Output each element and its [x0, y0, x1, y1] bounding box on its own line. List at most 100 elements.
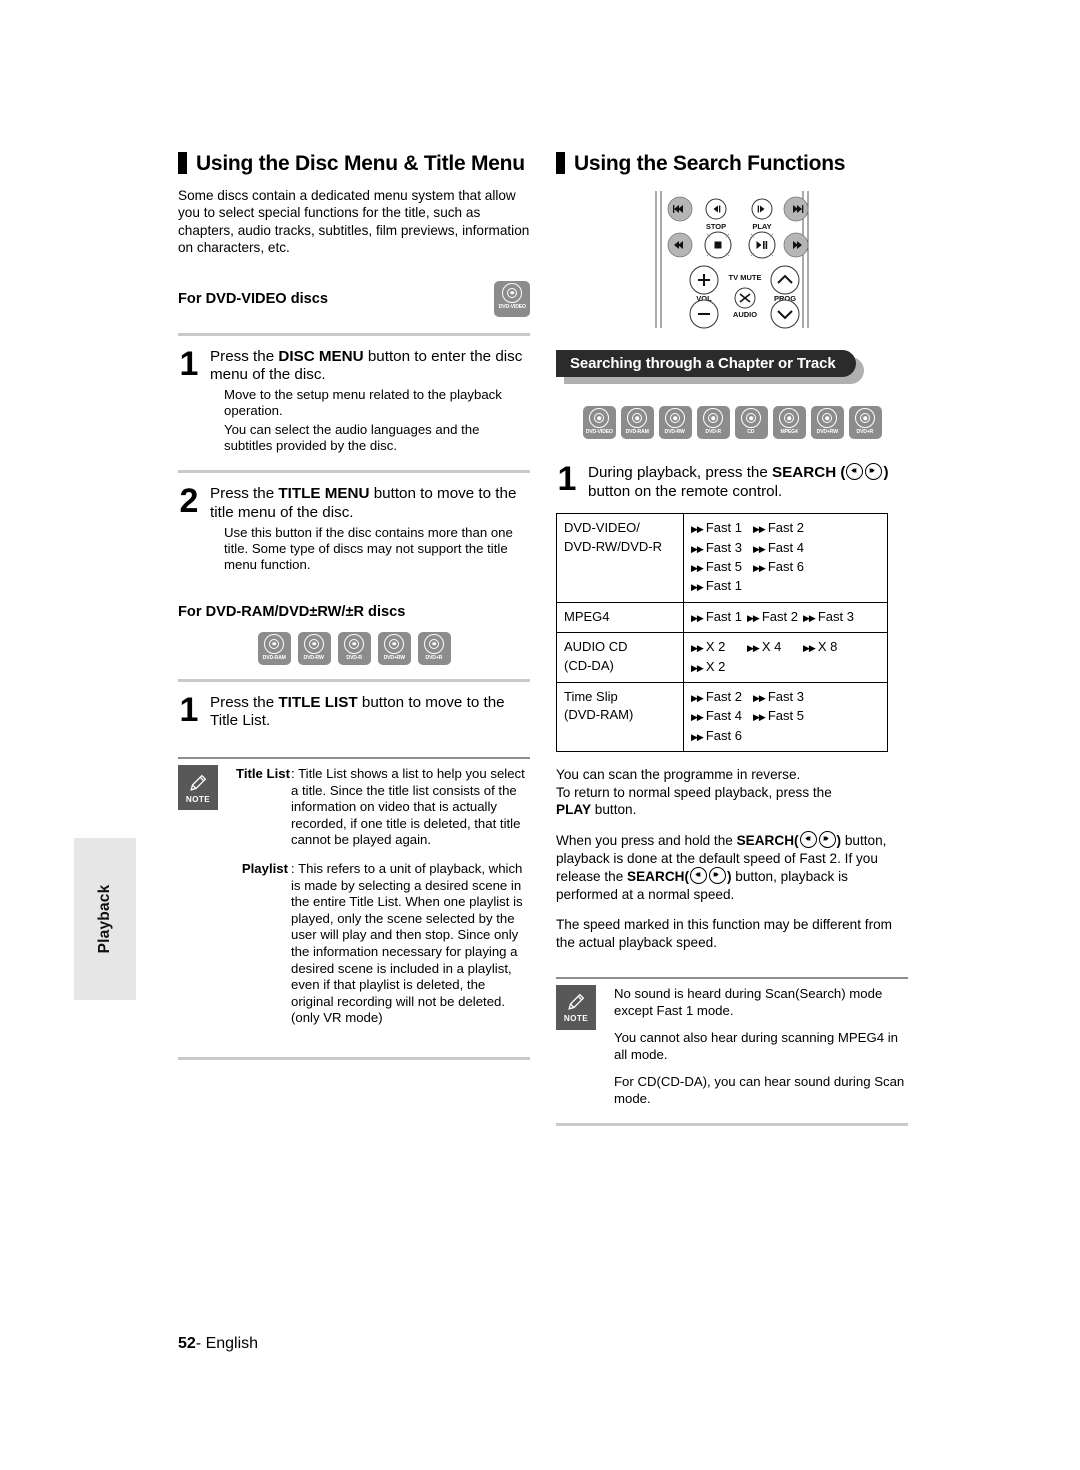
fast-forward-icon: ▶▶	[691, 524, 704, 535]
step-button-name: DISC MENU	[278, 347, 364, 365]
search-button-name: SEARCH	[627, 869, 685, 885]
disc-glyph-icon	[817, 408, 837, 428]
disc-glyph-icon	[741, 408, 761, 428]
note-definition-text: : Title List shows a list to help you se…	[291, 766, 525, 848]
step-sub-text: Move to the setup menu related to the pl…	[224, 386, 502, 419]
subhead-dvd-ram: For DVD-RAM/DVD±RW/±R discs	[178, 603, 406, 620]
note-body: No sound is heard during Scan(Search) mo…	[596, 985, 908, 1108]
table-cell-disc-type: MPEG4	[556, 601, 684, 634]
speed-value: ▶▶ Fast 5	[753, 708, 804, 724]
paragraph-line: When you press and hold the	[556, 833, 737, 849]
speed-value: ▶▶ Fast 6	[753, 559, 804, 574]
disc-icon-label: DVD-R	[705, 429, 721, 435]
step-text-prefix: During playback, press the	[588, 464, 773, 481]
disc-icon-label: DVD-RAM	[625, 429, 649, 435]
paragraph-reverse-scan: You can scan the programme in reverse. T…	[556, 766, 908, 818]
speed-value: ▶▶ Fast 2	[691, 689, 742, 705]
step-title-menu: 2 Press the TITLE MENU button to move to…	[178, 482, 530, 573]
step-body: Press the TITLE LIST button to move to t…	[210, 694, 530, 731]
step-number: 2	[179, 482, 199, 521]
paragraph-line: button.	[591, 802, 637, 818]
step-text-prefix: Press the	[210, 693, 279, 711]
table-cell-line: (CD-DA)	[564, 657, 614, 673]
fast-forward-icon: ▶▶	[691, 712, 704, 723]
heading-bar-icon	[178, 152, 187, 174]
table-cell-line: DVD-RW/DVD-R	[564, 538, 662, 554]
disc-icon-dvd-r: DVD+R	[417, 631, 451, 665]
document-page: Playback Using the Disc Menu & Title Men…	[0, 0, 1080, 1470]
disc-icon-label: CD	[747, 429, 755, 435]
remote-row-skip	[667, 196, 809, 222]
speed-value: ▶▶ Fast 2	[747, 608, 798, 624]
speed-value: ▶▶ Fast 1	[691, 578, 742, 594]
search-forward-icon	[708, 867, 726, 885]
fast-forward-icon: ▶▶	[753, 524, 766, 535]
search-forward-icon	[818, 831, 836, 849]
search-reverse-icon	[846, 463, 864, 480]
search-speed-table: DVD-VIDEO/DVD-RW/DVD-R ▶▶ Fast 1 ▶▶ Fast 2 ▶▶…	[556, 513, 888, 753]
right-column: Using the Search Functions STOP PLAY VOL…	[556, 152, 908, 1138]
step-main-text: Press the TITLE MENU button to move to t…	[210, 485, 530, 522]
table-row: AUDIO CD (CD-DA) ▶▶ X 2 ▶▶ X 4 ▶▶ X 8 ▶▶ X 2	[556, 632, 888, 684]
disc-glyph-icon	[627, 408, 647, 428]
remote-control-svg: STOP PLAY VOL TV MUTE AUDIO PROG	[655, 191, 809, 329]
divider	[556, 1123, 908, 1127]
step-number: 1	[179, 690, 199, 729]
section-banner: Searching through a Chapter or Track	[556, 350, 908, 384]
table-row: DVD-VIDEO/DVD-RW/DVD-R ▶▶ Fast 1 ▶▶ Fast 2 ▶▶…	[556, 513, 888, 603]
speed-value: ▶▶ Fast 6	[691, 727, 742, 743]
note-line: You cannot also hear during scanning MPE…	[614, 1030, 898, 1062]
disc-icon-dvd-ram: DVD-RAM	[257, 631, 291, 665]
table-cell-speeds: ▶▶ X 2 ▶▶ X 4 ▶▶ X 8 ▶▶ X 2	[683, 632, 888, 684]
disc-icon-label: DVD+R	[425, 654, 443, 661]
fast-forward-icon: ▶▶	[691, 662, 704, 673]
remote-label-stop: STOP	[706, 222, 726, 231]
left-column: Using the Disc Menu & Title Menu Some di…	[178, 152, 530, 1072]
divider	[178, 470, 530, 474]
disc-icon-cd: CD	[734, 406, 768, 439]
step-main-text: Press the DISC MENU button to enter the …	[210, 348, 530, 385]
disc-icon-dvd-r: DVD-R	[696, 406, 730, 439]
disc-glyph-icon	[424, 633, 444, 654]
disc-icon-row-left: DVD-RAM DVD-RW DVD-R DVD+RW DVD+R	[178, 631, 530, 665]
disc-icon-row-right: DVD-VIDEO DVD-RAM DVD-RW DVD-R CD MPEG4 DVD+RW…	[556, 406, 908, 439]
side-tab-playback: Playback	[74, 838, 136, 1000]
speed-value: ▶▶ Fast 2	[753, 520, 804, 536]
note-icon: NOTE	[178, 765, 218, 811]
speed-value: ▶▶ Fast 5	[691, 559, 742, 574]
subhead-dvd-video-row: For DVD-VIDEO discs DVD-VIDEO	[178, 280, 530, 317]
speed-value: ▶▶ X 2	[691, 658, 726, 674]
pencil-icon	[568, 994, 585, 1011]
search-forward-icon	[865, 463, 883, 480]
page-number: 52	[178, 1335, 196, 1352]
disc-icon-dvd-r: DVD+R	[848, 406, 882, 439]
disc-glyph-icon	[589, 408, 609, 428]
disc-icon-dvd-video: DVD-VIDEO	[494, 280, 530, 317]
table-cell-speeds: ▶▶ Fast 1 ▶▶ Fast 2 ▶▶ Fast 3 ▶▶ Fast 4 ▶▶ Fast 5…	[683, 513, 888, 603]
play-button-name: PLAY	[556, 802, 592, 818]
step-body: Press the TITLE MENU button to move to t…	[210, 485, 530, 573]
disc-icon-dvd-rw: DVD+RW	[377, 631, 411, 665]
disc-icon-label: DVD-VIDEO	[498, 303, 526, 310]
footer-language: English	[205, 1335, 259, 1352]
disc-glyph-icon	[665, 408, 685, 428]
disc-icon-label: DVD+RW	[383, 654, 405, 661]
speed-value: ▶▶ Fast 1	[691, 608, 742, 624]
fast-forward-icon: ▶▶	[753, 563, 766, 573]
disc-icon-label: DVD-R	[346, 654, 362, 661]
note-body: Title List : Title List shows a list to …	[218, 765, 530, 1039]
fast-forward-icon: ▶▶	[753, 693, 766, 704]
note-term: Title List	[236, 766, 290, 782]
step-disc-menu: 1 Press the DISC MENU button to enter th…	[178, 347, 530, 455]
remote-row-transport	[667, 231, 809, 259]
left-heading-text: Using the Disc Menu & Title Menu	[196, 151, 525, 175]
heading-bar-icon	[556, 152, 565, 174]
disc-icon-label: MPEG4	[780, 429, 798, 435]
note-term: Playlist	[241, 861, 288, 876]
speed-value: ▶▶ Fast 3	[803, 608, 854, 624]
table-cell-line: (DVD-RAM)	[564, 707, 634, 723]
note-line: No sound is heard during Scan(Search) mo…	[614, 985, 883, 1018]
fast-forward-icon: ▶▶	[691, 582, 704, 593]
table-cell-line: AUDIO CD	[564, 639, 628, 655]
fast-forward-icon: ▶▶	[803, 643, 816, 654]
